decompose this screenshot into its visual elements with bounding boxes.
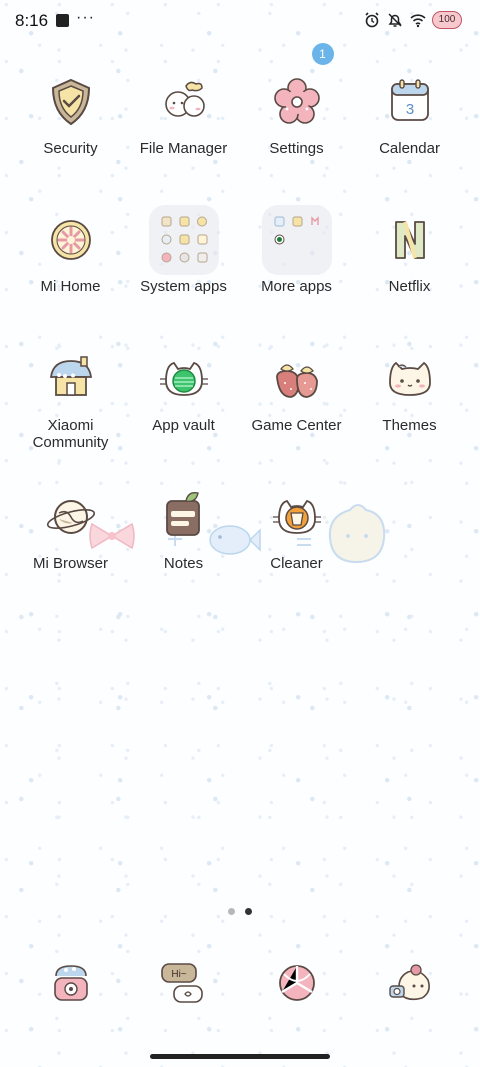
dock-phone[interactable]	[46, 958, 96, 1008]
app-netflix[interactable]: Netflix	[353, 212, 466, 295]
browser-icon	[279, 965, 315, 1001]
label-line: Community	[32, 434, 109, 451]
app-label: Xiaomi Community	[14, 417, 127, 451]
app-label: Mi Browser	[32, 555, 108, 572]
folder-label: More apps	[261, 278, 332, 295]
app-settings[interactable]: 1 Settings	[240, 43, 353, 157]
home-indicator[interactable]	[150, 1054, 330, 1059]
page-indicator[interactable]	[228, 908, 252, 915]
app-security[interactable]: Security	[14, 74, 127, 157]
folder-icon	[148, 205, 219, 275]
label-line: Xiaomi	[47, 417, 94, 434]
folder-more-apps[interactable]: More apps	[240, 205, 353, 295]
app-label: Netflix	[388, 278, 431, 295]
strawberries-icon	[269, 351, 325, 407]
app-label: Calendar	[379, 140, 440, 157]
status-time: 8:16	[15, 11, 49, 30]
silent-icon	[388, 13, 402, 27]
mi-home-icon	[43, 212, 99, 268]
app-label: Notes	[163, 555, 204, 572]
app-label: File Manager	[139, 140, 228, 157]
house-icon	[43, 351, 99, 407]
notebook-icon	[156, 489, 212, 545]
folder-label: System apps	[140, 278, 227, 295]
more-notifications-icon: ···	[76, 9, 95, 26]
notification-badge: 1	[311, 43, 334, 65]
page-dot-active[interactable]	[245, 908, 252, 915]
planet-icon	[43, 489, 99, 545]
dock-messages[interactable]: Hi~	[158, 958, 208, 1008]
app-themes[interactable]: Themes	[353, 351, 466, 434]
battery-indicator: 100	[432, 11, 462, 29]
dock-browser[interactable]	[272, 958, 322, 1008]
folder-clouds-icon	[156, 74, 212, 130]
app-label: Security	[43, 140, 98, 157]
messages-icon: Hi~	[161, 963, 203, 1003]
camera-icon	[389, 964, 430, 1001]
calendar-day: 3	[405, 101, 413, 118]
app-mi-home[interactable]: Mi Home	[14, 212, 127, 295]
app-notification-icon	[56, 14, 69, 27]
app-notes[interactable]: Notes	[127, 489, 240, 572]
app-label: Mi Home	[40, 278, 101, 295]
app-label: App vault	[152, 417, 215, 434]
app-label: Cleaner	[270, 555, 323, 572]
bubble-text: Hi~	[171, 969, 186, 980]
cat-cup-icon	[269, 489, 325, 545]
calendar-icon: 3	[382, 74, 438, 130]
app-calendar[interactable]: 3 Calendar	[353, 74, 466, 157]
app-label: Themes	[382, 417, 437, 434]
app-file-manager[interactable]: File Manager	[127, 74, 240, 157]
app-game-center[interactable]: Game Center	[240, 351, 353, 434]
cat-orb-icon	[156, 351, 212, 407]
folder-icon	[261, 205, 332, 275]
app-xiaomi-community[interactable]: Xiaomi Community	[14, 351, 127, 451]
app-cleaner[interactable]: Cleaner	[240, 489, 353, 572]
folder-system-apps[interactable]: System apps	[127, 205, 240, 295]
alarm-icon	[365, 12, 379, 28]
flower-gear-icon: 1	[269, 43, 334, 130]
status-icons: 100	[363, 11, 462, 29]
wifi-icon	[410, 14, 426, 28]
dock-camera[interactable]	[386, 958, 436, 1008]
app-mi-browser[interactable]: Mi Browser	[14, 489, 127, 572]
app-label: Game Center	[251, 417, 342, 434]
cat-face-icon	[382, 351, 438, 407]
app-app-vault[interactable]: App vault	[127, 351, 240, 434]
netflix-icon	[382, 212, 438, 268]
status-bar: 8:16 ··· 100	[0, 0, 480, 42]
phone-icon	[54, 965, 88, 1001]
app-label: Settings	[269, 140, 324, 157]
shield-icon	[43, 74, 99, 130]
page-dot[interactable]	[228, 908, 235, 915]
